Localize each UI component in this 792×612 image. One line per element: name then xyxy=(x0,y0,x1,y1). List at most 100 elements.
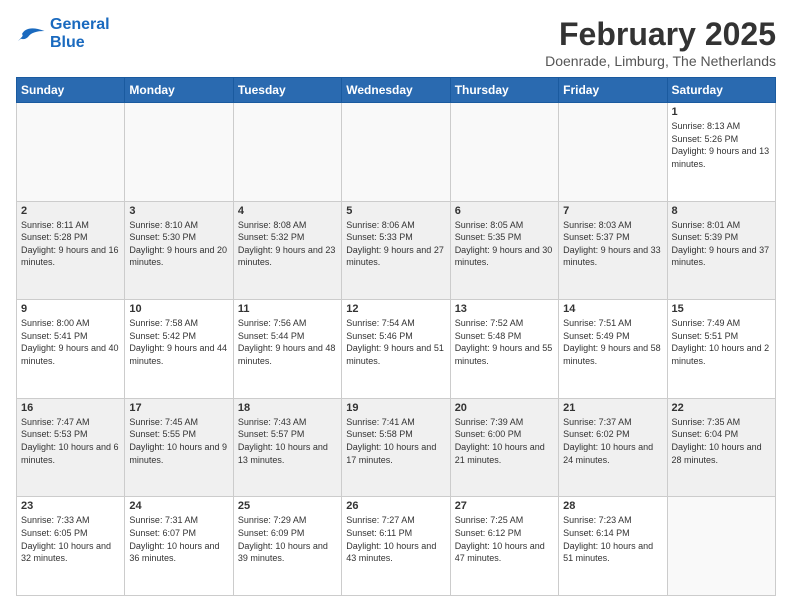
week-row-5: 23 Sunrise: 7:33 AM Sunset: 6:05 PM Dayli… xyxy=(17,497,776,596)
day-info: Sunrise: 8:08 AM Sunset: 5:32 PM Dayligh… xyxy=(238,219,337,269)
logo-text: General Blue xyxy=(50,16,110,52)
table-cell: 4 Sunrise: 8:08 AM Sunset: 5:32 PM Daylig… xyxy=(233,201,341,300)
day-number: 11 xyxy=(238,303,337,315)
table-cell: 5Sunrise: 8:06 AM Sunset: 5:33 PM Daylig… xyxy=(342,201,450,300)
day-info: Sunrise: 8:03 AM Sunset: 5:37 PM Dayligh… xyxy=(563,219,662,269)
day-info: Sunrise: 7:35 AM Sunset: 6:04 PM Dayligh… xyxy=(672,416,771,466)
day-number: 23 xyxy=(21,500,120,512)
day-number: 25 xyxy=(238,500,337,512)
table-cell: 10Sunrise: 7:58 AM Sunset: 5:42 PM Dayli… xyxy=(125,300,233,399)
table-cell: 1 Sunrise: 8:13 AM Sunset: 5:26 PM Daylig… xyxy=(667,103,775,202)
table-cell xyxy=(125,103,233,202)
col-sunday: Sunday xyxy=(17,78,125,103)
table-cell: 27 Sunrise: 7:25 AM Sunset: 6:12 PM Dayli… xyxy=(450,497,558,596)
calendar-header-row: Sunday Monday Tuesday Wednesday Thursday… xyxy=(17,78,776,103)
table-cell: 20Sunrise: 7:39 AM Sunset: 6:00 PM Dayli… xyxy=(450,398,558,497)
month-title: February 2025 xyxy=(545,16,776,53)
col-saturday: Saturday xyxy=(667,78,775,103)
table-cell: 13Sunrise: 7:52 AM Sunset: 5:48 PM Dayli… xyxy=(450,300,558,399)
table-cell: 25 Sunrise: 7:29 AM Sunset: 6:09 PM Dayli… xyxy=(233,497,341,596)
day-info: Sunrise: 7:58 AM Sunset: 5:42 PM Dayligh… xyxy=(129,317,228,367)
table-cell: 21Sunrise: 7:37 AM Sunset: 6:02 PM Dayli… xyxy=(559,398,667,497)
week-row-3: 9 Sunrise: 8:00 AM Sunset: 5:41 PM Daylig… xyxy=(17,300,776,399)
day-info: Sunrise: 7:31 AM Sunset: 6:07 PM Dayligh… xyxy=(129,514,228,564)
day-number: 19 xyxy=(346,402,445,414)
table-cell xyxy=(233,103,341,202)
table-cell xyxy=(667,497,775,596)
table-cell: 15 Sunrise: 7:49 AM Sunset: 5:51 PM Dayli… xyxy=(667,300,775,399)
day-info: Sunrise: 7:41 AM Sunset: 5:58 PM Dayligh… xyxy=(346,416,445,466)
day-number: 22 xyxy=(672,402,771,414)
table-cell: 24 Sunrise: 7:31 AM Sunset: 6:07 PM Dayli… xyxy=(125,497,233,596)
table-cell: 3 Sunrise: 8:10 AM Sunset: 5:30 PM Daylig… xyxy=(125,201,233,300)
table-cell: 8 Sunrise: 8:01 AM Sunset: 5:39 PM Daylig… xyxy=(667,201,775,300)
day-info: Sunrise: 7:23 AM Sunset: 6:14 PM Dayligh… xyxy=(563,514,662,564)
page: General Blue February 2025 Doenrade, Lim… xyxy=(0,0,792,612)
table-cell xyxy=(450,103,558,202)
day-info: Sunrise: 8:00 AM Sunset: 5:41 PM Dayligh… xyxy=(21,317,120,367)
table-cell: 14 Sunrise: 7:51 AM Sunset: 5:49 PM Dayli… xyxy=(559,300,667,399)
day-info: Sunrise: 7:39 AM Sunset: 6:00 PM Dayligh… xyxy=(455,416,554,466)
day-info: Sunrise: 7:49 AM Sunset: 5:51 PM Dayligh… xyxy=(672,317,771,367)
logo-icon xyxy=(16,25,46,43)
day-info: Sunrise: 8:13 AM Sunset: 5:26 PM Dayligh… xyxy=(672,120,771,170)
day-number: 9 xyxy=(21,303,120,315)
day-info: Sunrise: 7:54 AM Sunset: 5:46 PM Dayligh… xyxy=(346,317,445,367)
day-info: Sunrise: 8:11 AM Sunset: 5:28 PM Dayligh… xyxy=(21,219,120,269)
col-monday: Monday xyxy=(125,78,233,103)
day-number: 3 xyxy=(129,205,228,217)
table-cell: 2 Sunrise: 8:11 AM Sunset: 5:28 PM Daylig… xyxy=(17,201,125,300)
day-info: Sunrise: 7:27 AM Sunset: 6:11 PM Dayligh… xyxy=(346,514,445,564)
day-info: Sunrise: 7:51 AM Sunset: 5:49 PM Dayligh… xyxy=(563,317,662,367)
table-cell: 7 Sunrise: 8:03 AM Sunset: 5:37 PM Daylig… xyxy=(559,201,667,300)
week-row-2: 2 Sunrise: 8:11 AM Sunset: 5:28 PM Daylig… xyxy=(17,201,776,300)
table-cell: 9 Sunrise: 8:00 AM Sunset: 5:41 PM Daylig… xyxy=(17,300,125,399)
day-info: Sunrise: 7:52 AM Sunset: 5:48 PM Dayligh… xyxy=(455,317,554,367)
day-number: 7 xyxy=(563,205,662,217)
day-info: Sunrise: 8:01 AM Sunset: 5:39 PM Dayligh… xyxy=(672,219,771,269)
day-info: Sunrise: 7:43 AM Sunset: 5:57 PM Dayligh… xyxy=(238,416,337,466)
table-cell: 12 Sunrise: 7:54 AM Sunset: 5:46 PM Dayli… xyxy=(342,300,450,399)
week-row-4: 16 Sunrise: 7:47 AM Sunset: 5:53 PM Dayli… xyxy=(17,398,776,497)
day-number: 17 xyxy=(129,402,228,414)
day-number: 28 xyxy=(563,500,662,512)
day-info: Sunrise: 7:47 AM Sunset: 5:53 PM Dayligh… xyxy=(21,416,120,466)
header: General Blue February 2025 Doenrade, Lim… xyxy=(16,16,776,69)
day-info: Sunrise: 7:29 AM Sunset: 6:09 PM Dayligh… xyxy=(238,514,337,564)
table-cell: 28 Sunrise: 7:23 AM Sunset: 6:14 PM Dayli… xyxy=(559,497,667,596)
table-cell: 6 Sunrise: 8:05 AM Sunset: 5:35 PM Daylig… xyxy=(450,201,558,300)
day-number: 6 xyxy=(455,205,554,217)
day-info: Sunrise: 7:33 AM Sunset: 6:05 PM Dayligh… xyxy=(21,514,120,564)
col-friday: Friday xyxy=(559,78,667,103)
day-number: 27 xyxy=(455,500,554,512)
col-thursday: Thursday xyxy=(450,78,558,103)
day-info: Sunrise: 7:37 AM Sunset: 6:02 PM Dayligh… xyxy=(563,416,662,466)
day-number: 15 xyxy=(672,303,771,315)
day-info: Sunrise: 7:56 AM Sunset: 5:44 PM Dayligh… xyxy=(238,317,337,367)
table-cell: 23 Sunrise: 7:33 AM Sunset: 6:05 PM Dayli… xyxy=(17,497,125,596)
day-number: 24 xyxy=(129,500,228,512)
day-number: 1 xyxy=(672,106,771,118)
table-cell: 22 Sunrise: 7:35 AM Sunset: 6:04 PM Dayli… xyxy=(667,398,775,497)
day-number: 4 xyxy=(238,205,337,217)
col-tuesday: Tuesday xyxy=(233,78,341,103)
day-info: Sunrise: 8:10 AM Sunset: 5:30 PM Dayligh… xyxy=(129,219,228,269)
day-number: 2 xyxy=(21,205,120,217)
day-number: 18 xyxy=(238,402,337,414)
day-number: 14 xyxy=(563,303,662,315)
day-info: Sunrise: 8:06 AM Sunset: 5:33 PM Dayligh… xyxy=(346,219,445,269)
logo-blue: Blue xyxy=(50,34,85,51)
logo: General Blue xyxy=(16,16,110,52)
week-row-1: 1 Sunrise: 8:13 AM Sunset: 5:26 PM Daylig… xyxy=(17,103,776,202)
day-info: Sunrise: 8:05 AM Sunset: 5:35 PM Dayligh… xyxy=(455,219,554,269)
table-cell xyxy=(559,103,667,202)
day-info: Sunrise: 7:25 AM Sunset: 6:12 PM Dayligh… xyxy=(455,514,554,564)
day-number: 8 xyxy=(672,205,771,217)
table-cell: 19 Sunrise: 7:41 AM Sunset: 5:58 PM Dayli… xyxy=(342,398,450,497)
table-cell: 16 Sunrise: 7:47 AM Sunset: 5:53 PM Dayli… xyxy=(17,398,125,497)
table-cell: 18 Sunrise: 7:43 AM Sunset: 5:57 PM Dayli… xyxy=(233,398,341,497)
title-area: February 2025 Doenrade, Limburg, The Net… xyxy=(545,16,776,69)
logo-general: General xyxy=(50,16,110,33)
day-number: 16 xyxy=(21,402,120,414)
day-number: 12 xyxy=(346,303,445,315)
